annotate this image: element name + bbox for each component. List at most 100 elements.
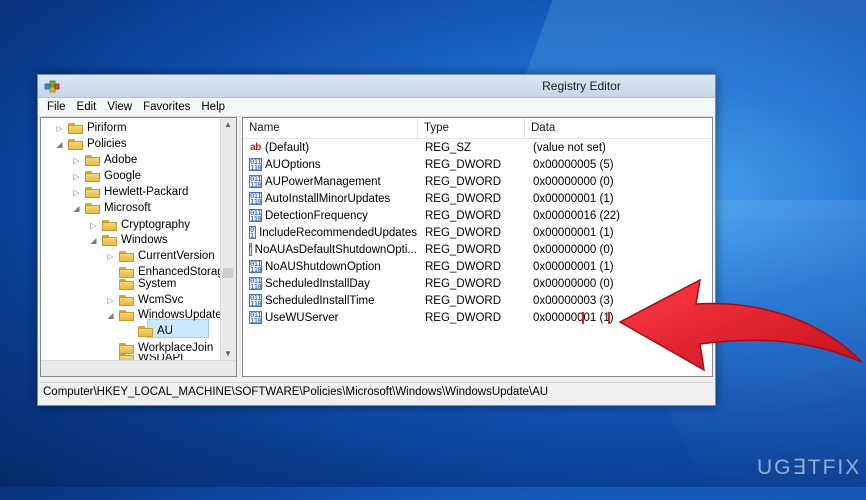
expand-arrow-icon[interactable]: ▷ (55, 124, 64, 133)
tree-node-au[interactable]: AU (125, 323, 173, 339)
title-bar[interactable]: Registry Editor (38, 75, 715, 98)
dword-value-icon: 011110 (249, 209, 262, 222)
window-title: Registry Editor (542, 79, 621, 93)
value-type: REG_DWORD (425, 294, 502, 307)
tree-node-policies[interactable]: ◢ Policies (55, 136, 127, 152)
list-header: Name Type Data (243, 118, 712, 139)
tree-node-hewlett-packard[interactable]: ▷ Hewlett-Packard (72, 184, 188, 200)
value-name: AUPowerManagement (265, 175, 381, 188)
tree-node-wcmsvc[interactable]: ▷ WcmSvc (106, 292, 183, 308)
tree-node-label: Hewlett-Packard (104, 186, 189, 198)
menu-help[interactable]: Help (196, 101, 231, 113)
value-name: DetectionFrequency (265, 209, 368, 222)
scroll-up-arrow-icon[interactable]: ▲ (224, 120, 232, 129)
string-value-icon: ab (249, 141, 262, 154)
tree-node-label: Policies (87, 138, 127, 150)
value-name: ScheduledInstallTime (265, 294, 375, 307)
tree-node-windowsupdate[interactable]: ◢ WindowsUpdate (106, 307, 222, 323)
folder-icon (68, 122, 83, 134)
tree-node-label: Google (104, 170, 142, 182)
column-header-name[interactable]: Name (243, 118, 418, 138)
menu-file[interactable]: File (42, 101, 72, 113)
dword-value-icon: 011110 (249, 260, 262, 273)
expand-arrow-icon[interactable]: ▷ (72, 172, 81, 181)
value-row[interactable]: 011110NoAUAsDefaultShutdownOpti... REG_D… (243, 241, 712, 258)
value-row[interactable]: 011 110 DetectionFrequency REG_DWORD 0x000… (243, 207, 712, 224)
tree-node-cryptography[interactable]: ▷ Cryptography (89, 217, 190, 233)
scroll-down-arrow-icon[interactable]: ▼ (224, 349, 232, 358)
dword-value-icon: 011110 (249, 277, 262, 290)
menu-edit[interactable]: Edit (72, 101, 103, 113)
tree-node-currentversion[interactable]: ▷ CurrentVersion (106, 248, 215, 264)
dword-value-icon: 011110 (249, 158, 262, 171)
value-name: UseWUServer (265, 311, 339, 324)
tree-node-label: WorkplaceJoin (138, 342, 214, 354)
tree-node-label: Cryptography (121, 219, 191, 231)
value-data: 0x00000001 (1) (533, 226, 614, 239)
folder-icon (85, 186, 100, 198)
tree-node-windows[interactable]: ◢ Windows (89, 232, 168, 248)
collapse-arrow-icon[interactable]: ◢ (55, 140, 64, 149)
collapse-arrow-icon[interactable]: ◢ (72, 204, 81, 213)
dword-value-icon: 011110 (249, 311, 262, 324)
expand-arrow-icon[interactable]: ▷ (89, 221, 98, 230)
value-name: AutoInstallMinorUpdates (265, 192, 391, 205)
value-name: NoAUShutdownOption (265, 260, 381, 273)
dword-value-icon: 011110 (249, 294, 262, 307)
value-data: (value not set) (533, 141, 606, 154)
value-row[interactable]: 011110IncludeRecommendedUpdates REG_DWOR… (243, 224, 712, 241)
dword-value-icon: 011110 (249, 243, 252, 256)
menu-bar: File Edit View Favorites Help (38, 98, 715, 117)
tree-node-adobe[interactable]: ▷ Adobe (72, 152, 137, 168)
value-data: 0x00000000 (0) (533, 243, 614, 256)
value-row[interactable]: 011 110 AutoInstallMinorUpdates REG_DWORD … (243, 190, 712, 207)
value-type: REG_DWORD (425, 260, 502, 273)
collapse-arrow-icon[interactable]: ◢ (106, 311, 115, 320)
value-data: 0x00000000 (0) (533, 175, 614, 188)
expand-arrow-icon[interactable]: ▷ (72, 156, 81, 165)
tree-vertical-scrollbar[interactable]: ▲ ▼ (220, 118, 236, 360)
menu-view[interactable]: View (102, 101, 138, 113)
scroll-thumb[interactable] (223, 268, 233, 278)
tree-node-microsoft[interactable]: ◢ Microsoft (72, 200, 151, 216)
expand-arrow-icon[interactable]: ▷ (106, 296, 115, 305)
value-type: REG_DWORD (425, 209, 502, 222)
column-header-type[interactable]: Type (418, 118, 525, 138)
ugetfix-watermark: UG∃TFIX (757, 456, 862, 479)
expand-arrow-icon[interactable]: ▷ (106, 252, 115, 261)
value-type: REG_DWORD (425, 192, 502, 205)
tree-node-label: WcmSvc (138, 294, 184, 306)
folder-icon (85, 202, 100, 214)
value-row[interactable]: ab (Default) REG_SZ (value not set) (243, 139, 712, 156)
folder-icon (85, 154, 100, 166)
tree-node-label: Windows (121, 234, 168, 246)
value-name: AUOptions (265, 158, 321, 171)
value-row[interactable]: 011 110 AUOptions REG_DWORD 0x00000005 (5) (243, 156, 712, 173)
value-data: 0x00000016 (22) (533, 209, 620, 222)
tree-node-google[interactable]: ▷ Google (72, 168, 141, 184)
key-tree-pane[interactable]: ▷ Piriform ◢ Policies ▷ Adobe ▷ Google ▷ Hewl… (40, 117, 237, 377)
value-name: IncludeRecommendedUpdates (259, 226, 417, 239)
menu-favorites[interactable]: Favorites (138, 101, 196, 113)
value-type: REG_DWORD (425, 226, 502, 239)
dword-value-icon: 011110 (249, 226, 257, 239)
folder-icon (119, 309, 134, 321)
value-row[interactable]: 011 110 AUPowerManagement REG_DWORD 0x0000… (243, 173, 712, 190)
dword-value-icon: 011110 (249, 192, 262, 205)
tree-node-label: AU (157, 325, 173, 337)
tree-node-label: Microsoft (104, 202, 151, 214)
tree-node-piriform[interactable]: ▷ Piriform (55, 120, 126, 136)
tree-node-label: CurrentVersion (138, 250, 215, 262)
tree-horizontal-scrollbar[interactable] (41, 360, 236, 376)
column-header-data[interactable]: Data (525, 118, 712, 138)
tree-node-system[interactable]: System (106, 276, 176, 292)
value-type: REG_SZ (425, 141, 472, 154)
collapse-arrow-icon[interactable]: ◢ (89, 236, 98, 245)
tree-node-label: Adobe (104, 154, 138, 166)
folder-icon (68, 138, 83, 150)
expand-arrow-icon[interactable]: ▷ (72, 188, 81, 197)
folder-icon (119, 278, 134, 290)
value-type: REG_DWORD (425, 311, 502, 324)
dword-value-icon: 011110 (249, 175, 262, 188)
tree-node-label: WindowsUpdate (138, 309, 222, 321)
